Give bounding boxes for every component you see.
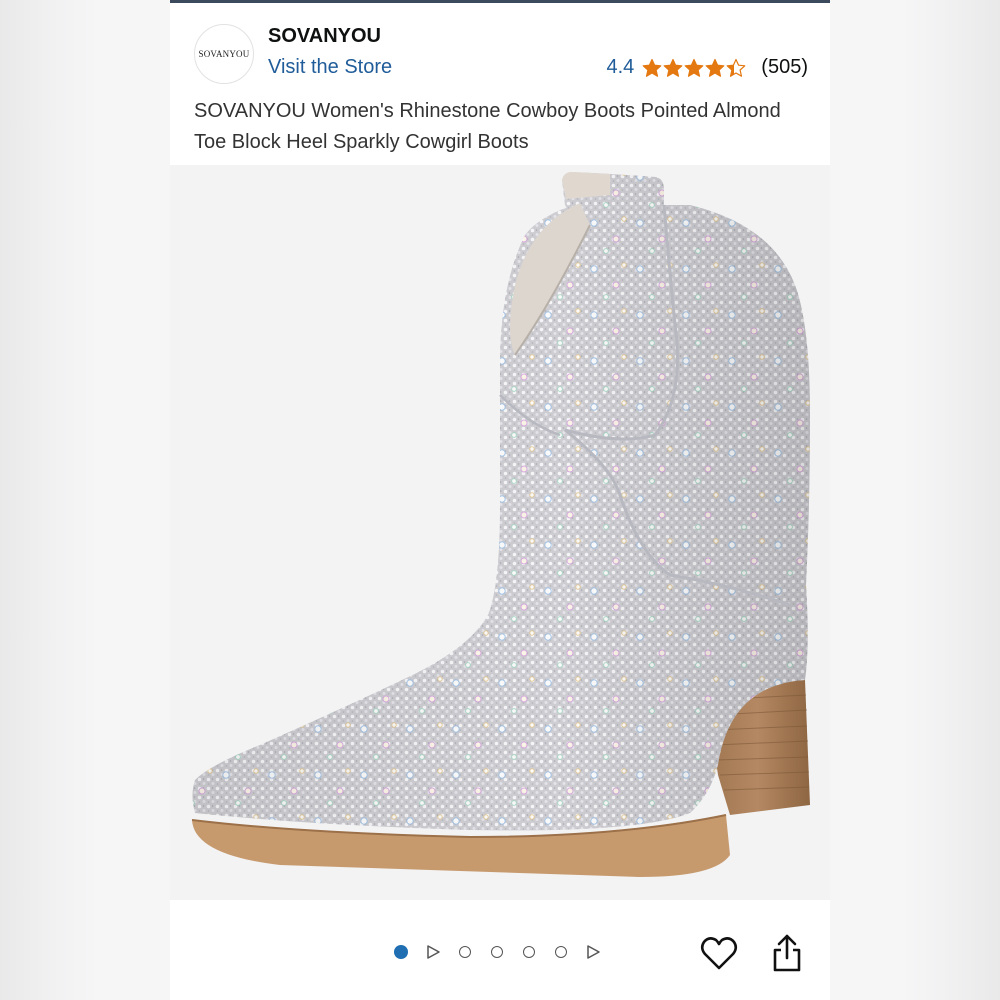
top-bar xyxy=(170,0,830,3)
share-icon xyxy=(773,934,801,972)
pager-dot-marker xyxy=(491,946,503,958)
pager-dot[interactable] xyxy=(457,944,473,960)
pager-dot-marker xyxy=(555,946,567,958)
brand-name[interactable]: SOVANYOU xyxy=(268,25,381,48)
play-icon xyxy=(427,945,440,959)
pager-dot[interactable] xyxy=(521,944,537,960)
rating-summary[interactable]: 4.4 (505) xyxy=(606,56,808,79)
pager-dot-active-marker xyxy=(394,945,408,959)
rating-value: 4.4 xyxy=(606,56,635,78)
pager-video-item[interactable] xyxy=(425,944,441,960)
star-icon xyxy=(705,58,725,77)
boot-image xyxy=(191,172,810,877)
pager-dot-marker xyxy=(459,946,471,958)
pager-dot-marker xyxy=(523,946,535,958)
star-icon xyxy=(642,58,662,77)
pager-video-item[interactable] xyxy=(585,944,601,960)
product-card: SOVANYOU SOVANYOU Visit the Store 4.4 (5… xyxy=(170,0,830,1000)
pager-dot[interactable] xyxy=(553,944,569,960)
play-icon xyxy=(587,945,600,959)
brand-logo-text: SOVANYOU xyxy=(198,49,250,59)
pager-dot-active[interactable] xyxy=(393,944,409,960)
product-title: SOVANYOU Women's Rhinestone Cowboy Boots… xyxy=(194,100,781,153)
review-count[interactable]: (505) xyxy=(761,56,808,79)
visit-store-link[interactable]: Visit the Store xyxy=(268,56,392,79)
image-pager[interactable] xyxy=(393,942,617,962)
star-icon xyxy=(663,58,683,77)
share-button[interactable] xyxy=(767,932,807,974)
heart-icon xyxy=(700,937,738,970)
star-icon xyxy=(726,58,746,77)
pager-dot[interactable] xyxy=(489,944,505,960)
product-image[interactable] xyxy=(170,165,830,900)
star-icon xyxy=(684,58,704,77)
brand-logo[interactable]: SOVANYOU xyxy=(194,24,254,84)
favorite-button[interactable] xyxy=(699,934,739,974)
star-rating xyxy=(642,58,747,78)
